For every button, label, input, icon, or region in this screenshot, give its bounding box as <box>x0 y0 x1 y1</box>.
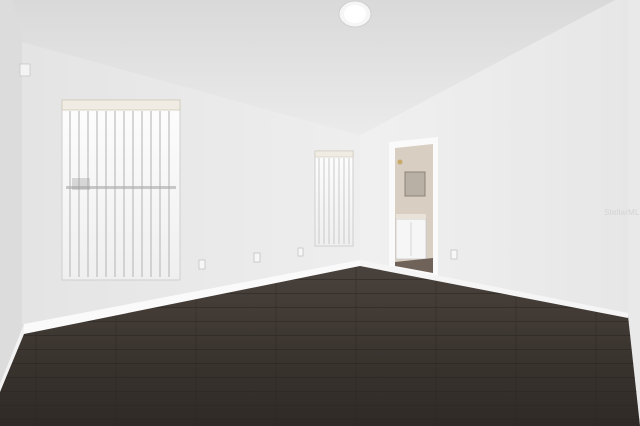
blind-valance <box>61 99 181 111</box>
room-illustration <box>0 0 640 426</box>
left-window <box>61 99 181 281</box>
wall-outlet <box>198 259 206 270</box>
right-window <box>314 150 354 247</box>
watermark-text: StellarMLS <box>604 208 640 217</box>
wall-outlet <box>450 249 458 260</box>
bathroom-light <box>397 159 403 165</box>
vanity-countertop <box>396 214 426 219</box>
ceiling-light-lens <box>344 5 366 23</box>
wall-outlet <box>253 252 261 263</box>
doorway <box>389 137 438 276</box>
room-photo: StellarMLS <box>0 0 640 426</box>
bathroom-mirror <box>404 171 426 197</box>
wall-sensor <box>19 63 31 77</box>
wall-outlet <box>297 247 304 257</box>
